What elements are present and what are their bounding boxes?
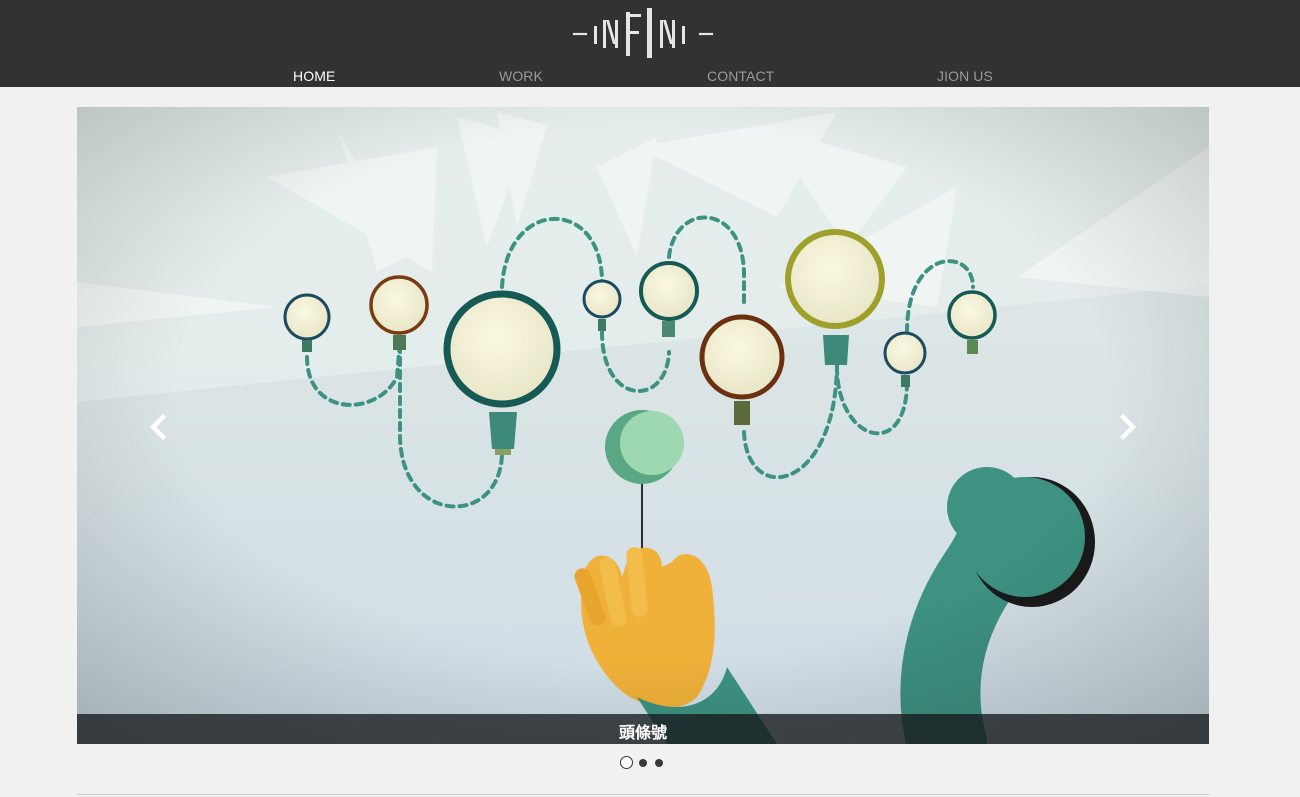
nav-work[interactable]: WORK [499, 68, 543, 84]
chevron-left-icon [149, 413, 167, 441]
section-divider [77, 794, 1209, 795]
hero-carousel: 頭條號 [77, 107, 1209, 744]
carousel-prev-button[interactable] [141, 409, 177, 445]
lightbulb-illustration [77, 107, 1209, 744]
site-header: HOME WORK CONTACT JION US [0, 0, 1300, 87]
indicator-dot-2[interactable] [639, 759, 647, 767]
carousel-next-button[interactable] [1109, 409, 1145, 445]
slide-caption: 頭條號 [618, 723, 667, 742]
caption-bar: 頭條號 [77, 714, 1209, 744]
chevron-right-icon [1119, 413, 1137, 441]
indicator-dot-3[interactable] [655, 759, 663, 767]
nav-join-us[interactable]: JION US [937, 68, 993, 84]
main-nav: HOME WORK CONTACT JION US [0, 68, 1300, 87]
nav-contact[interactable]: CONTACT [707, 68, 774, 84]
indicator-dot-1[interactable] [620, 756, 633, 769]
carousel-indicators [620, 756, 670, 770]
infini-logo[interactable] [570, 6, 716, 60]
nav-home[interactable]: HOME [293, 68, 335, 84]
